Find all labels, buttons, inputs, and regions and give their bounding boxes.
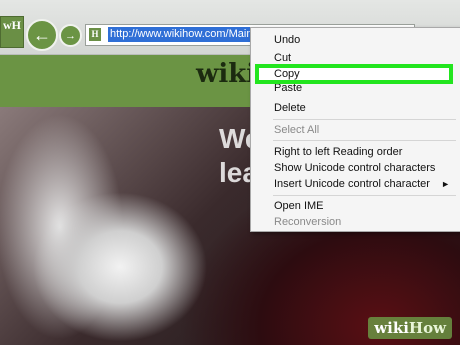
forward-button[interactable]: → [59,24,82,47]
forward-arrow-icon: → [65,29,76,42]
watermark-how: How [408,319,446,337]
submenu-arrow-icon: ► [441,179,450,189]
menu-item-show-unicode[interactable]: Show Unicode control characters [251,160,460,176]
menu-separator [273,140,456,141]
wikihow-watermark: wikiHow [368,317,452,339]
menu-item-copy-label: Copy [274,68,300,80]
menu-item-undo[interactable]: Undo [251,32,460,48]
site-icon: H [89,28,101,41]
favicon-letters: wH [3,18,21,32]
site-logo[interactable]: wiki [196,59,256,89]
wikihow-favicon[interactable]: wH [0,16,24,48]
watermark-wiki: wiki [374,319,409,337]
menu-separator [273,119,456,120]
menu-item-insert-unicode[interactable]: Insert Unicode control character ► [251,176,460,192]
menu-item-copy-highlighted[interactable]: Copy [255,64,453,84]
menu-item-select-all[interactable]: Select All [251,122,460,138]
menu-item-open-ime[interactable]: Open IME [251,198,460,214]
back-arrow-icon: ← [33,24,51,45]
url-text-selected[interactable]: http://www.wikihow.com/Main- [108,27,259,42]
back-button[interactable]: ← [26,19,58,51]
menu-separator [273,195,456,196]
context-menu: Undo Cut Paste Copy Delete Select All Ri… [250,27,460,232]
menu-item-delete[interactable]: Delete [251,100,460,116]
menu-item-rtl-reading-order[interactable]: Right to left Reading order [251,144,460,160]
menu-item-insert-unicode-label: Insert Unicode control character [274,178,430,190]
menu-item-reconversion[interactable]: Reconversion [251,214,460,230]
